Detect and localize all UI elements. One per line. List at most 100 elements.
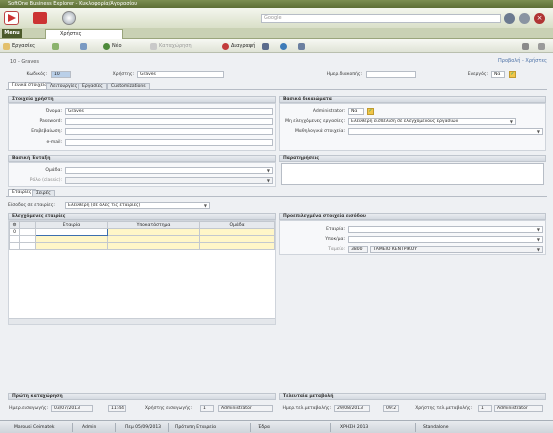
confirm-field[interactable] [65, 128, 273, 135]
access-select[interactable]: Ελεύθερη (σε όλες τις εταιρίες) ▼ [65, 202, 210, 209]
role-select[interactable]: ▼ [65, 177, 273, 184]
notes-field[interactable] [281, 163, 544, 185]
print-icon [262, 42, 269, 50]
restrict-select[interactable]: Ελεύθερη εισπέλιση σε ελεγχόμενους εργασ… [348, 118, 516, 125]
code-label: Κωδικός: [26, 72, 47, 77]
default-company-label: Εταιρία: [326, 227, 345, 232]
chevron-down-icon: ▼ [266, 178, 270, 183]
window-title-bar: SoftOne Business Explorer - Κυκλοφορία/Α… [0, 0, 553, 8]
branch-cell[interactable] [107, 228, 200, 236]
name-field[interactable]: Graves [65, 108, 273, 115]
menu-button[interactable]: Menu [2, 29, 22, 38]
admin-field[interactable]: Να [348, 108, 364, 115]
close-icon[interactable]: × [534, 13, 545, 24]
companies-header: Ελεγχόμενες εταιρίες [8, 213, 276, 220]
chevron-down-icon: ▼ [509, 119, 513, 124]
mail-button[interactable] [298, 42, 305, 50]
first-entry-header: Πρώτη καταχώρηση [8, 393, 276, 400]
form-content: 10 - Graves Προβολή - Χρήστες Κωδικός: 1… [0, 53, 553, 420]
column-branch[interactable]: Υποκατάστημα [107, 221, 200, 229]
grid-header-row: ⚙ Εταιρία Υποκατάστημα Ομάδα [9, 221, 275, 229]
status-user: Admin [82, 425, 97, 430]
favorites-button[interactable] [52, 42, 59, 50]
email-field[interactable] [65, 139, 273, 146]
end-date-label: Ημερ.διακοπής: [326, 72, 362, 77]
tab-divider [6, 89, 547, 90]
row-number: 0 [9, 228, 20, 236]
globe-icon[interactable] [62, 11, 76, 25]
group-cell[interactable] [199, 228, 275, 236]
delete-icon [222, 42, 229, 50]
search-input[interactable]: Google [261, 14, 501, 23]
password-field[interactable] [65, 118, 273, 125]
chevron-down-icon: ▼ [536, 227, 540, 232]
end-date-field[interactable] [366, 71, 416, 78]
mod-date-field: 29/08/2013 [334, 405, 370, 412]
search-icon[interactable] [504, 13, 515, 24]
record-breadcrumb: 10 - Graves [10, 59, 39, 65]
insert-user-code: 1 [200, 405, 214, 412]
save-button[interactable]: Καταχώρηση [150, 42, 192, 50]
magnifier-icon [80, 42, 87, 50]
status-date: Πεμ 05/09/2013 [125, 425, 162, 430]
new-button[interactable]: Νέο [103, 42, 122, 50]
print-button[interactable] [262, 42, 269, 50]
cash-name-field[interactable]: ΤΑΜΕΙΟ ΚΕΝΤΡΙΚΟΥ ▼ [370, 246, 543, 253]
insert-date-label: Ημερ.εισαγωγής: [9, 406, 48, 411]
tab-general[interactable]: Γενικά στοιχεία [8, 82, 52, 89]
admin-checkbox[interactable]: ✓ [367, 108, 374, 115]
home-icon[interactable] [33, 12, 47, 24]
table-row[interactable] [9, 242, 275, 250]
module-select[interactable]: ▼ [348, 128, 543, 135]
active-field[interactable]: Να [491, 71, 505, 78]
active-checkbox[interactable]: ✓ [509, 71, 516, 78]
search-records-button[interactable] [80, 42, 87, 50]
module-label: Μαθηλογικά στοιχεία: [295, 129, 345, 134]
user-field[interactable]: Graves [137, 71, 224, 78]
view-link[interactable]: Προβολή - Χρήστες [498, 58, 547, 64]
code-field[interactable]: 10 [51, 71, 71, 78]
status-year: ΧΡΗΣΗ 2013 [340, 425, 369, 430]
status-mode: Standalone [423, 425, 449, 430]
grid-scrollbar[interactable] [9, 318, 275, 324]
status-company: Marousi Ceimatek [14, 425, 55, 430]
insert-user-label: Χρήστης εισαγωγής: [144, 406, 192, 411]
softone-logo-icon [4, 11, 19, 25]
tab-strip: Menu Χρήστες [0, 28, 553, 39]
document-icon [3, 42, 10, 50]
user-details-header: Στοιχεία χρήστη [8, 96, 276, 103]
top-bar: Google × [0, 8, 553, 28]
chevron-down-icon: ▼ [536, 129, 540, 134]
mail-icon [298, 42, 305, 50]
tools-icon[interactable] [522, 42, 529, 50]
mod-user-label: Χρήστης τελ.μεταβολής: [415, 406, 472, 411]
close-form-icon[interactable] [538, 42, 545, 50]
mod-date-label: Ημερ.τελ.μεταβολής: [282, 406, 331, 411]
save-icon [150, 42, 157, 50]
settings-icon[interactable] [519, 13, 530, 24]
toolbar: Εργασίες Νέο Καταχώρηση Διαγραφή [0, 39, 553, 53]
default-company-select[interactable]: ▼ [348, 226, 543, 233]
tab-users[interactable]: Χρήστες [45, 29, 123, 39]
refresh-icon [280, 42, 287, 50]
group-select[interactable]: ▼ [65, 167, 273, 174]
cash-code-field[interactable]: 3800 [348, 246, 368, 253]
last-change-header: Τελευταία μεταβολή [279, 393, 546, 400]
delete-button[interactable]: Διαγραφή [222, 42, 255, 50]
notes-header: Παρατηρήσεις [279, 155, 546, 162]
chevron-down-icon: ▼ [536, 237, 540, 242]
default-branch-label: Υποκ/μα: [325, 237, 345, 242]
user-label: Χρήστης: [112, 72, 134, 77]
grid-settings-icon[interactable]: ⚙ [9, 221, 20, 229]
confirm-label: Επιβεβαίωση: [31, 129, 62, 134]
insert-time-field: 11:44 [108, 405, 126, 412]
table-row[interactable] [9, 235, 275, 243]
column-group[interactable]: Ομάδα [199, 221, 275, 229]
company-cell[interactable] [35, 228, 108, 236]
table-row[interactable]: 0 [9, 228, 275, 236]
refresh-button[interactable] [280, 42, 287, 50]
column-company[interactable]: Εταιρία [35, 221, 108, 229]
default-branch-select[interactable]: ▼ [348, 236, 543, 243]
tasks-button[interactable]: Εργασίες [3, 42, 35, 50]
companies-grid[interactable]: ⚙ Εταιρία Υποκατάστημα Ομάδα 0 [9, 221, 275, 250]
